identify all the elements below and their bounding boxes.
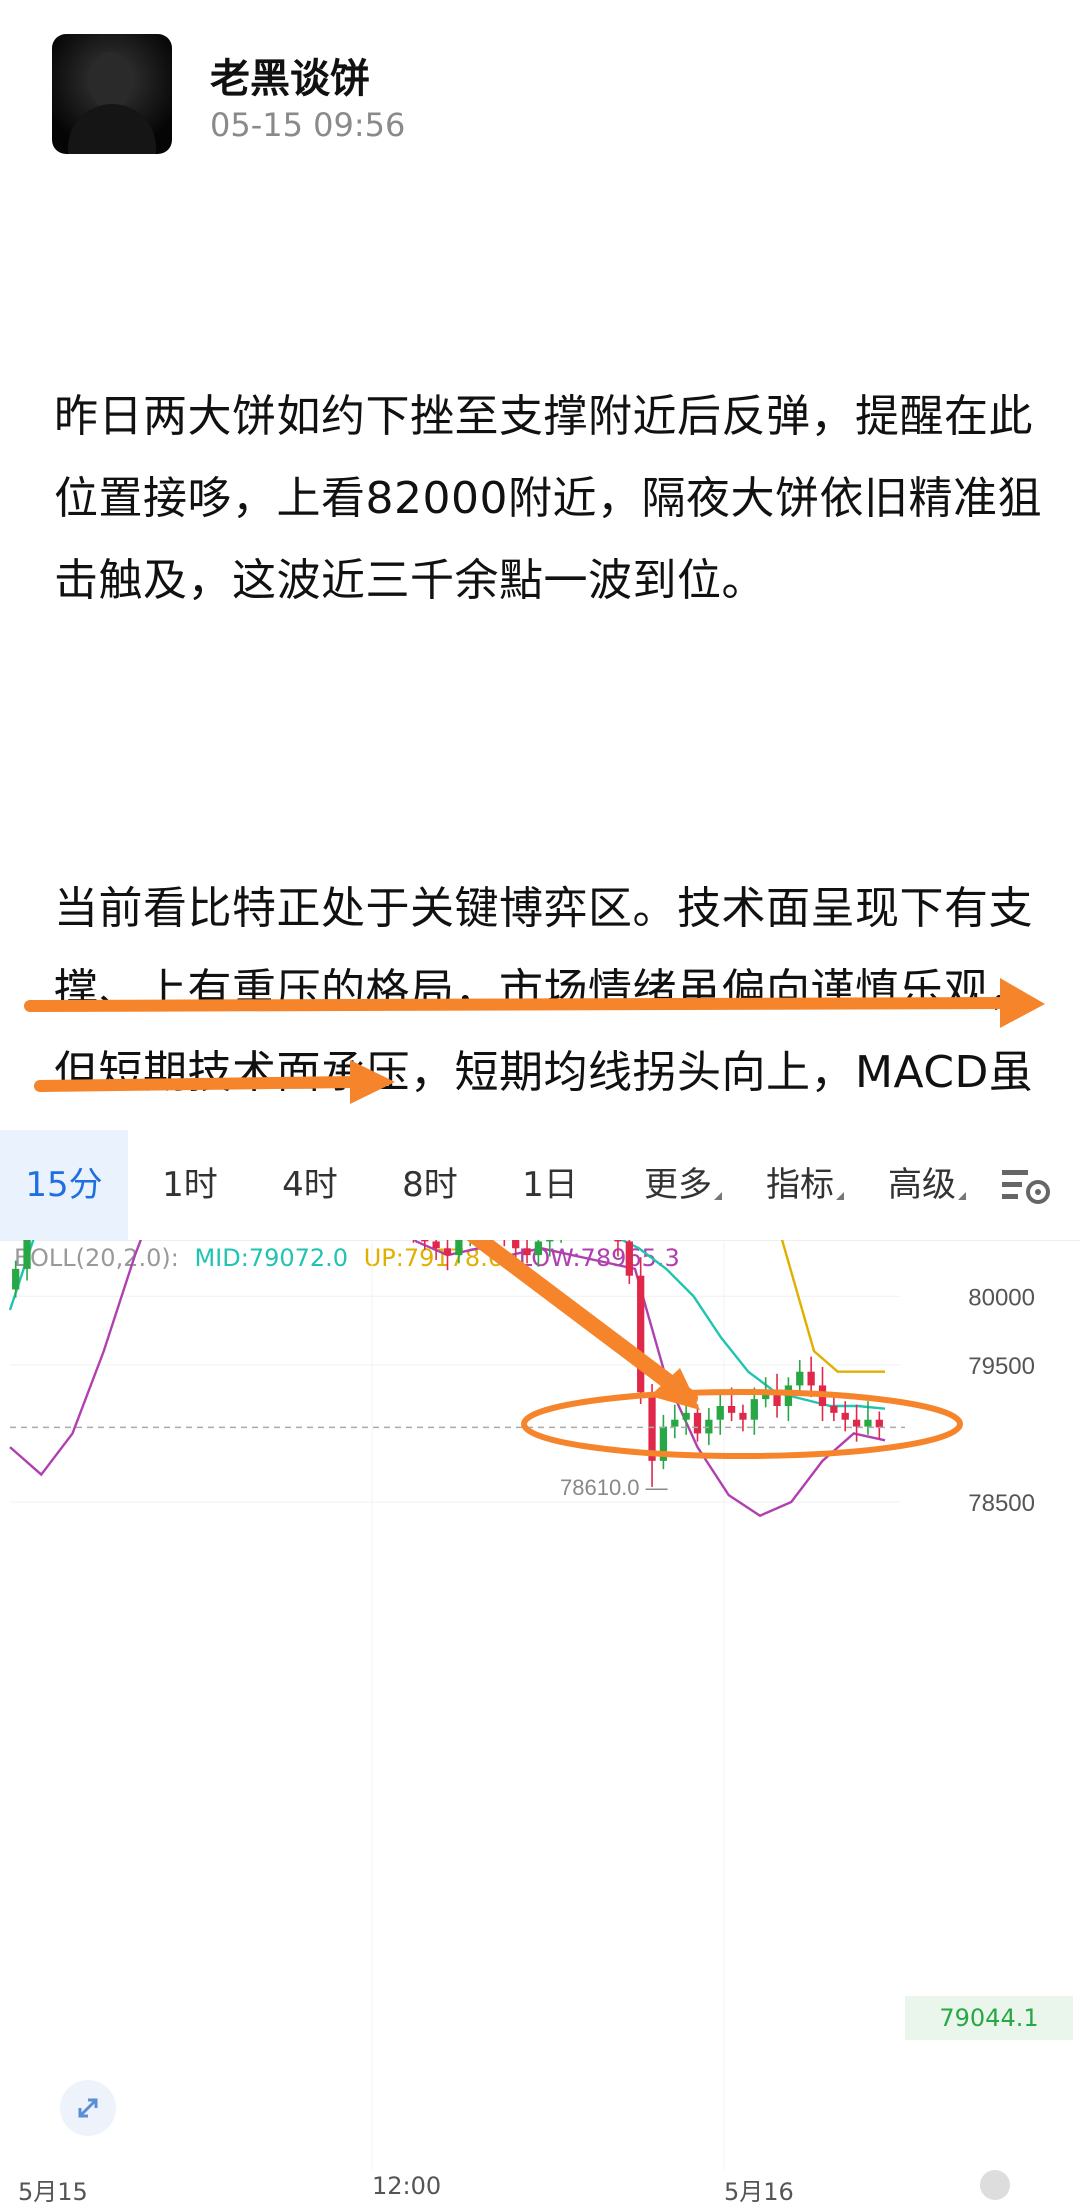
candle-body	[852, 1419, 861, 1427]
tab-more[interactable]: 更多	[628, 1130, 738, 1240]
candle-body	[523, 1248, 531, 1256]
tab-advanced[interactable]: 高级	[872, 1130, 982, 1240]
author-name[interactable]: 老黑谈饼	[210, 46, 370, 104]
timeframe-tabbar: 15分 1时 4时 8时 1日 更多 指标 高级	[0, 1130, 1080, 1241]
tab-1h[interactable]: 1时	[140, 1130, 240, 1240]
candle-body	[796, 1371, 804, 1386]
candle-body	[455, 1240, 463, 1256]
post-header: 老黑谈饼 05-15 09:56	[0, 0, 1080, 170]
low-price-label: 78610.0 —	[560, 1475, 668, 1500]
candle-body	[637, 1275, 645, 1393]
candle-body	[830, 1406, 838, 1413]
candle-body	[23, 1240, 31, 1269]
candle-body	[875, 1419, 883, 1428]
candle-body	[546, 1240, 554, 1242]
y-tick: 78500	[968, 1490, 1035, 1517]
dropdown-corner-icon	[836, 1192, 844, 1200]
candle-body	[443, 1248, 452, 1256]
candle-body	[512, 1240, 520, 1249]
x-tick: 12:00	[372, 2172, 442, 2200]
expand-icon[interactable]	[60, 2080, 116, 2136]
dropdown-corner-icon	[714, 1192, 722, 1200]
candle-body	[682, 1412, 690, 1420]
post-paragraph-1: 昨日两大饼如约下挫至支撑附近后反弹，提醒在此位置接哆，上看82000附近，隔夜大…	[54, 391, 1042, 606]
candle-body	[614, 1240, 622, 1242]
current-price-label: 79044.1	[905, 1996, 1073, 2040]
tab-advanced-label: 高级	[888, 1165, 956, 1205]
candle-body	[625, 1241, 633, 1276]
chart-settings-icon[interactable]	[1000, 1164, 1052, 1208]
candle-body	[727, 1406, 736, 1413]
y-tick: 80000	[968, 1284, 1035, 1311]
candle-body	[705, 1419, 713, 1434]
tab-indicators-label: 指标	[766, 1165, 834, 1205]
time-axis: 5月15 12:00 5月16	[0, 2170, 1080, 2206]
candle-body	[739, 1412, 747, 1420]
tab-4h[interactable]: 4时	[260, 1130, 360, 1240]
avatar[interactable]	[52, 34, 172, 154]
candle-body	[807, 1371, 815, 1386]
scroll-to-latest-button[interactable]	[980, 2170, 1010, 2200]
dropdown-corner-icon	[958, 1192, 966, 1200]
candle-body	[750, 1399, 758, 1420]
support-ellipse-annotation	[521, 1389, 963, 1459]
y-tick: 80500	[968, 1240, 1035, 1243]
candle-body	[12, 1268, 20, 1290]
tab-15m[interactable]: 15分	[0, 1130, 128, 1240]
tab-indicators[interactable]: 指标	[750, 1130, 860, 1240]
candle-body	[841, 1412, 849, 1420]
candle-body	[432, 1241, 440, 1249]
post-time: 05-15 09:56	[210, 106, 406, 144]
tab-8h[interactable]: 8时	[380, 1130, 480, 1240]
kline-chart-panel: 15分 1时 4时 8时 1日 更多 指标 高级 BOLL(20,2.0): M…	[0, 1130, 1080, 2206]
tab-1d[interactable]: 1日	[500, 1130, 600, 1240]
candle-body	[864, 1419, 872, 1427]
candle-body	[534, 1241, 543, 1256]
boll-low-line	[9, 1240, 886, 1518]
candle-body	[671, 1419, 679, 1427]
x-tick: 5月16	[724, 2178, 794, 2206]
y-tick: 79500	[968, 1353, 1035, 1380]
tab-more-label: 更多	[644, 1165, 712, 1205]
candle-body	[693, 1412, 702, 1434]
candle-body	[421, 1240, 429, 1242]
x-tick: 5月15	[18, 2178, 88, 2206]
candle-body	[716, 1406, 724, 1420]
